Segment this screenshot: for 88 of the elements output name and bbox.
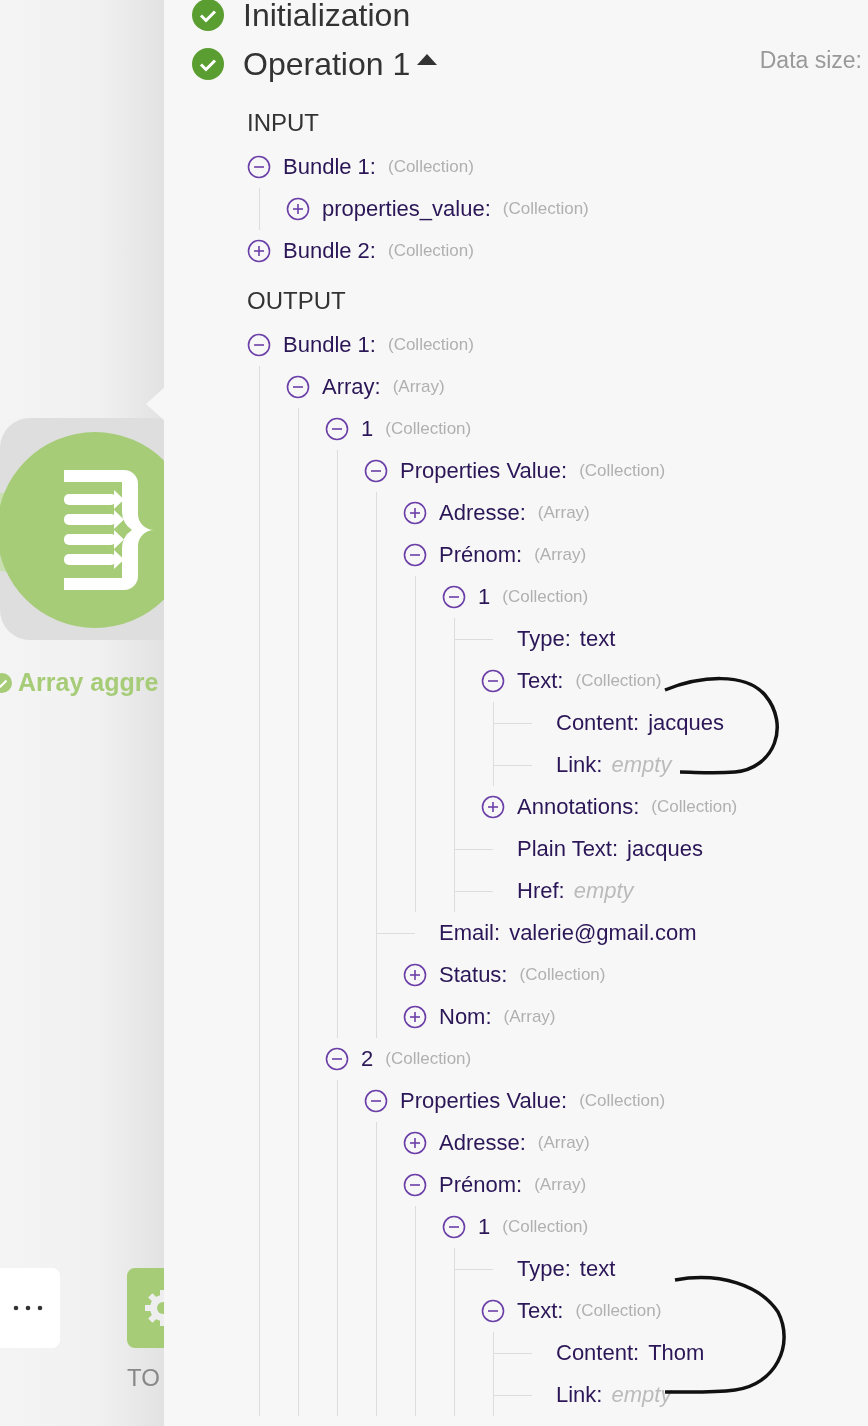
collapse-icon[interactable] xyxy=(403,1173,427,1197)
field-key: Properties Value: xyxy=(400,1088,568,1114)
field-key: Nom: xyxy=(439,1004,492,1030)
collapse-icon[interactable] xyxy=(364,1089,388,1113)
expand-icon[interactable] xyxy=(403,1005,427,1029)
field-type: (Collection) xyxy=(385,419,472,439)
field-key: Array: xyxy=(322,374,381,400)
field-key: Bundle 1: xyxy=(283,332,376,358)
expand-icon[interactable] xyxy=(247,239,271,263)
field-key: Properties Value: xyxy=(400,458,568,484)
field-key: Link: xyxy=(556,1382,603,1408)
field-type: (Collection) xyxy=(502,587,589,607)
field-type: (Collection) xyxy=(651,797,738,817)
field-key: Link: xyxy=(556,752,603,778)
field-key: properties_value: xyxy=(322,196,491,222)
field-type: (Collection) xyxy=(575,671,662,691)
field-key: Annotations: xyxy=(517,794,640,820)
field-type: (Collection) xyxy=(575,1301,662,1321)
field-value: text xyxy=(579,626,616,652)
field-value: Thom xyxy=(648,1340,705,1366)
field-value: jacques xyxy=(627,836,703,862)
field-key: Bundle 1: xyxy=(283,154,376,180)
collapse-icon[interactable] xyxy=(325,417,349,441)
operation-title[interactable]: Operation 1 xyxy=(243,45,411,83)
field-type: (Collection) xyxy=(579,461,666,481)
field-value: jacques xyxy=(648,710,724,736)
field-type: (Array) xyxy=(503,1007,556,1027)
collapse-icon[interactable] xyxy=(247,333,271,357)
field-key: 1 xyxy=(361,416,374,442)
field-type: (Collection) xyxy=(385,1049,472,1069)
expand-icon[interactable] xyxy=(481,795,505,819)
field-key: Adresse: xyxy=(439,1130,526,1156)
section-heading: OUTPUT xyxy=(247,286,347,316)
field-key: Text: xyxy=(517,1298,564,1324)
collapse-icon[interactable] xyxy=(442,1215,466,1239)
field-key: Status: xyxy=(439,962,508,988)
field-key: Type: xyxy=(517,626,571,652)
more-icon xyxy=(13,1305,43,1311)
field-key: Content: xyxy=(556,710,640,736)
field-type: (Collection) xyxy=(387,157,474,177)
field-type: (Collection) xyxy=(387,241,474,261)
field-key: Adresse: xyxy=(439,500,526,526)
collapse-icon[interactable] xyxy=(286,375,310,399)
module-label: Array aggre xyxy=(18,668,159,697)
field-key: Text: xyxy=(517,668,564,694)
field-value: valerie@gmail.com xyxy=(509,920,697,946)
field-key: 1 xyxy=(478,1214,491,1240)
field-key: 1 xyxy=(478,584,491,610)
field-type: (Collection) xyxy=(502,1217,589,1237)
check-icon xyxy=(192,48,224,80)
collapse-icon[interactable] xyxy=(442,585,466,609)
collapse-icon[interactable] xyxy=(364,459,388,483)
field-key: Type: xyxy=(517,1256,571,1282)
field-key: Content: xyxy=(556,1340,640,1366)
field-type: (Array) xyxy=(537,503,590,523)
expand-icon[interactable] xyxy=(403,501,427,525)
field-type: (Collection) xyxy=(519,965,606,985)
field-type: (Collection) xyxy=(387,335,474,355)
field-type: (Array) xyxy=(392,377,445,397)
field-key: 2 xyxy=(361,1046,374,1072)
data-size-label: Data size: xyxy=(759,46,863,74)
expand-icon[interactable] xyxy=(286,197,310,221)
collapse-icon[interactable] xyxy=(325,1047,349,1071)
field-type: (Collection) xyxy=(502,199,589,219)
tools-label: TO xyxy=(127,1364,160,1392)
expand-icon[interactable] xyxy=(403,963,427,987)
field-key: Prénom: xyxy=(439,1172,523,1198)
field-type: (Array) xyxy=(537,1133,590,1153)
field-type: (Array) xyxy=(534,1175,587,1195)
field-key: Bundle 2: xyxy=(283,238,376,264)
field-key: Email: xyxy=(439,920,501,946)
field-value: text xyxy=(579,1256,616,1282)
field-key: Plain Text: xyxy=(517,836,619,862)
field-key: Href: xyxy=(517,878,565,904)
collapse-icon[interactable] xyxy=(481,1299,505,1323)
field-key: Prénom: xyxy=(439,542,523,568)
collapse-icon[interactable] xyxy=(247,155,271,179)
section-heading: INPUT xyxy=(247,108,320,138)
field-type: (Array) xyxy=(534,545,587,565)
expand-icon[interactable] xyxy=(403,1131,427,1155)
operation-title[interactable]: Initialization xyxy=(243,0,411,34)
collapse-icon[interactable] xyxy=(481,669,505,693)
field-value: empty xyxy=(611,752,672,778)
collapse-icon[interactable] xyxy=(403,543,427,567)
field-value: empty xyxy=(573,878,634,904)
field-value: empty xyxy=(611,1382,672,1408)
field-type: (Collection) xyxy=(579,1091,666,1111)
caret-icon[interactable] xyxy=(417,54,438,66)
